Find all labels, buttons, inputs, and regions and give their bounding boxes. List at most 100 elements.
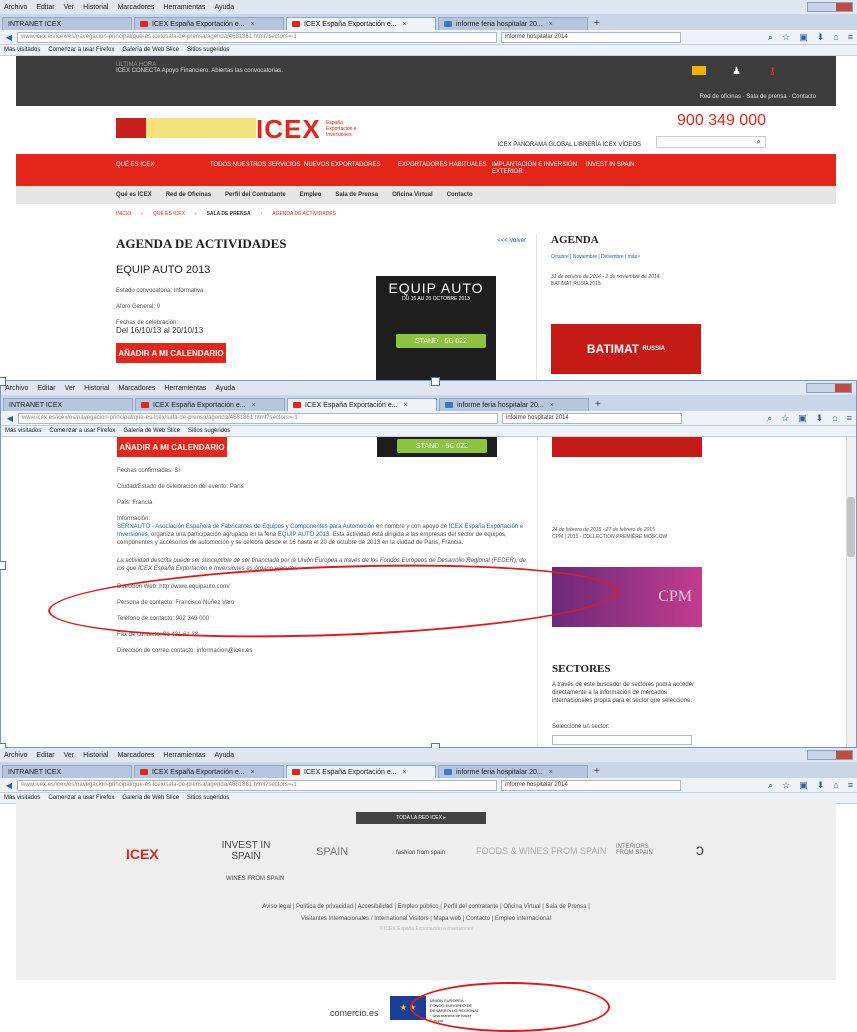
download-icon[interactable]: ⬇ (816, 413, 824, 424)
tab-icex-2[interactable]: ICEX España Exportación e... × (286, 17, 436, 30)
footer-links-2[interactable]: Visitantes Internacionales / Internation… (16, 916, 836, 922)
menu-archivo[interactable]: Archivo (4, 4, 27, 11)
key-icon[interactable]: ⚷ (769, 66, 776, 77)
event2-name[interactable]: CPM | 2015 - COLLECTION PREMIÈRE MOSCOW (552, 534, 727, 541)
bookmark-mas-visitados[interactable]: Más visitados (4, 47, 40, 53)
resize-handle[interactable] (431, 377, 440, 386)
event1-name[interactable]: BATIMAT RUSIA 2015 (551, 281, 726, 288)
contact-email[interactable]: Dirección de correo contacto: informacio… (117, 647, 527, 655)
tab-icex-2[interactable]: ICEX España Exportación e... × (286, 765, 436, 778)
menu-ayuda[interactable]: Ayuda (214, 752, 234, 759)
close-tab-icon[interactable]: × (251, 769, 255, 776)
close-tab-icon[interactable]: × (403, 769, 407, 776)
url-bar[interactable]: www.icex.es/icex/es/navegacion-principal… (17, 779, 497, 791)
menu-servicios[interactable]: TODOS NUESTROS SERVICIOS (210, 154, 304, 186)
scrollbar[interactable] (846, 437, 856, 747)
menu-archivo[interactable]: Archivo (5, 385, 28, 392)
bookmark-mas-visitados[interactable]: Más visitados (5, 428, 41, 434)
back-icon[interactable]: ◀ (4, 781, 14, 790)
menu-editar[interactable]: Editar (36, 4, 54, 11)
menu-ayuda[interactable]: Ayuda (215, 385, 235, 392)
menu-invest[interactable]: INVEST IN SPAIN (586, 154, 680, 186)
window-controls[interactable] (807, 750, 853, 760)
top-links[interactable]: Red de oficinas · Sala de prensa · Conta… (700, 94, 816, 100)
download-icon[interactable]: ⬇ (817, 32, 825, 43)
bookmark-firefox[interactable]: Comenzar a usar Firefox (49, 428, 115, 434)
crumb-sala[interactable]: SALA DE PRENSA (207, 211, 251, 217)
header-nav-links[interactable]: ICEX PANORAMA GLOBAL LIBRERÍA ICEX VÍDEO… (498, 142, 641, 148)
submenu-oficina[interactable]: Oficina Virtual (392, 192, 433, 198)
submenu-empleo[interactable]: Empleo (300, 192, 322, 198)
tab-icex-1[interactable]: ICEX España Exportación e... × (134, 17, 284, 30)
home-icon[interactable]: ⌂ (833, 780, 838, 791)
home-icon[interactable]: ⌂ (832, 413, 837, 424)
tab-intranet[interactable]: INTRANET ICEX (2, 17, 132, 30)
star-icon[interactable]: ☆ (782, 780, 790, 791)
menu-nuevos[interactable]: NUEVOS EXPORTADORES (304, 154, 398, 186)
download-icon[interactable]: ⬇ (817, 780, 825, 791)
search-icon[interactable]: ⌕ (768, 780, 773, 791)
close-tab-icon[interactable]: × (251, 21, 255, 28)
volver-link[interactable]: <<< Volver (497, 238, 526, 244)
tab-intranet[interactable]: INTRANET ICEX (2, 765, 132, 778)
add-calendar-button[interactable]: AÑADIR A MI CALENDARIO (117, 437, 227, 457)
add-calendar-button[interactable]: AÑADIR A MI CALENDARIO (116, 343, 226, 363)
star-icon[interactable]: ☆ (781, 413, 789, 424)
user-icon[interactable]: ♟ (732, 66, 741, 77)
menu-ver[interactable]: Ver (65, 385, 76, 392)
footer-links-1[interactable]: Aviso legal | Política de privacidad | A… (16, 904, 836, 910)
close-tab-icon[interactable]: × (404, 402, 408, 409)
footer-interiors-logo[interactable]: INTERIORS FROM SPAIN (616, 844, 656, 856)
close-window-icon[interactable] (835, 384, 851, 392)
bookmark-sitios[interactable]: Sitios sugeridos (188, 428, 230, 434)
menu-ver[interactable]: Ver (64, 752, 75, 759)
toda-red-icex-button[interactable]: TODA LA RED ICEX ▸ (356, 812, 486, 824)
menu-icon[interactable]: ≡ (848, 32, 853, 43)
sector-select[interactable] (552, 735, 692, 745)
close-window-icon[interactable] (836, 3, 852, 11)
footer-foods-logo[interactable]: FOODS & WINES FROM SPAIN (476, 846, 606, 856)
search-box[interactable]: informe hospitalar 2014 (501, 31, 681, 43)
menu-icon[interactable]: ≡ (847, 413, 852, 424)
submenu-sala[interactable]: Sala de Prensa (335, 192, 378, 198)
menu-marcadores[interactable]: Marcadores (117, 4, 154, 11)
menu-habituales[interactable]: EXPORTADORES HABITUALES (398, 154, 492, 186)
close-window-icon[interactable] (836, 751, 852, 759)
menu-marcadores[interactable]: Marcadores (117, 752, 154, 759)
bookmark-firefox[interactable]: Comenzar a usar Firefox (48, 47, 114, 53)
home-icon[interactable]: ⌂ (833, 32, 838, 43)
close-tab-icon[interactable]: × (549, 769, 553, 776)
bookmark-web-slice[interactable]: Galería de Web Slice (122, 47, 179, 53)
menu-implantacion[interactable]: IMPLANTACIÓN E INVERSIÓN EXTERIOR (492, 154, 586, 186)
tab-icex-1[interactable]: ICEX España Exportación e... × (134, 765, 284, 778)
close-tab-icon[interactable]: × (550, 402, 554, 409)
window-controls[interactable] (807, 2, 853, 12)
menu-ver[interactable]: Ver (64, 4, 75, 11)
footer-swirl-icon[interactable]: ↄ (696, 842, 704, 860)
menu-historial[interactable]: Historial (83, 4, 108, 11)
search-icon[interactable]: ⌕ (757, 137, 761, 147)
bookmark-web-slice[interactable]: Galería de Web Slice (123, 428, 180, 434)
tab-intranet[interactable]: INTRANET ICEX (3, 398, 133, 411)
search-box[interactable]: informe hospitalar 2014 (502, 412, 682, 424)
new-tab-button[interactable]: + (594, 766, 600, 777)
window-controls[interactable] (806, 383, 852, 393)
menu-archivo[interactable]: Archivo (4, 752, 27, 759)
close-tab-icon[interactable]: × (549, 21, 553, 28)
bookmark-sitios[interactable]: Sitios sugeridos (187, 47, 229, 53)
clipboard-icon[interactable]: ▣ (799, 32, 808, 43)
search-icon[interactable]: ⌕ (767, 413, 772, 424)
footer-icex-logo[interactable]: ICEX (126, 846, 159, 862)
agenda-months[interactable]: Octubre | Noviembre | Diciembre | más> (551, 254, 726, 260)
resize-handle[interactable] (0, 377, 6, 386)
tab-icex-1[interactable]: ICEX España Exportación e... × (135, 398, 285, 411)
footer-wines-logo[interactable]: WINES FROM SPAIN (226, 876, 284, 882)
menu-marcadores[interactable]: Marcadores (118, 385, 155, 392)
tab-informe[interactable]: informe feria hospitalar 20... × (438, 765, 588, 778)
back-icon[interactable]: ◀ (4, 33, 14, 42)
close-tab-icon[interactable]: × (252, 402, 256, 409)
url-bar[interactable]: www.icex.es/icex/es/navegacion-principal… (18, 412, 498, 424)
submenu-contacto[interactable]: Contacto (447, 192, 473, 198)
menu-historial[interactable]: Historial (83, 752, 108, 759)
submenu-red[interactable]: Red de Oficinas (166, 192, 211, 198)
